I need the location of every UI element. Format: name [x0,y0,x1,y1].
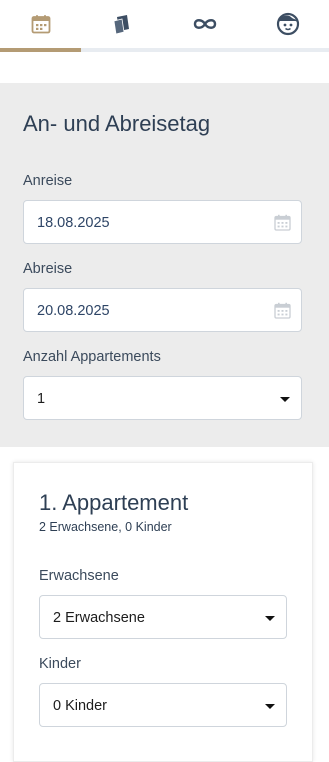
chevron-down-icon [265,704,275,709]
departure-date-input[interactable]: 20.08.2025 [23,288,302,332]
adults-label: Erwachsene [39,568,119,584]
children-label: Kinder [39,656,81,672]
tab-categories[interactable] [82,0,164,48]
chevron-down-icon [265,616,275,621]
step-tab-bar [0,0,329,52]
tab-guest[interactable] [247,0,329,48]
adults-value: 2 Erwachsene [53,610,145,626]
departure-date-value: 20.08.2025 [37,303,110,319]
tab-dates[interactable] [0,0,82,48]
section-title: An- und Abreisetag [23,111,211,136]
departure-label: Abreise [23,261,73,277]
children-value: 0 Kinder [53,698,108,714]
arrival-date-value: 18.08.2025 [37,215,110,231]
apartment-card-title: 1. Appartement [39,490,189,515]
calendar-icon [31,15,51,34]
apartment-card-summary: 2 Erwachsene, 0 Kinder [39,520,172,534]
active-tab-indicator [0,48,81,52]
adults-select[interactable]: 2 Erwachsene [39,595,287,639]
cards-icon [113,15,129,35]
arrival-date-input[interactable]: 18.08.2025 [23,200,302,244]
calendar-icon[interactable] [274,214,291,231]
face-icon [276,12,300,36]
infinity-icon [193,19,217,29]
apartments-count-value: 1 [37,391,46,407]
tab-underline [0,48,329,52]
arrival-label: Anreise [23,173,73,189]
apartments-count-select[interactable]: 1 [23,376,302,420]
chevron-down-icon [280,397,290,402]
calendar-icon[interactable] [274,302,291,319]
children-select[interactable]: 0 Kinder [39,683,287,727]
tab-extras[interactable] [164,0,246,48]
apartments-count-label: Anzahl Appartements [23,349,161,365]
